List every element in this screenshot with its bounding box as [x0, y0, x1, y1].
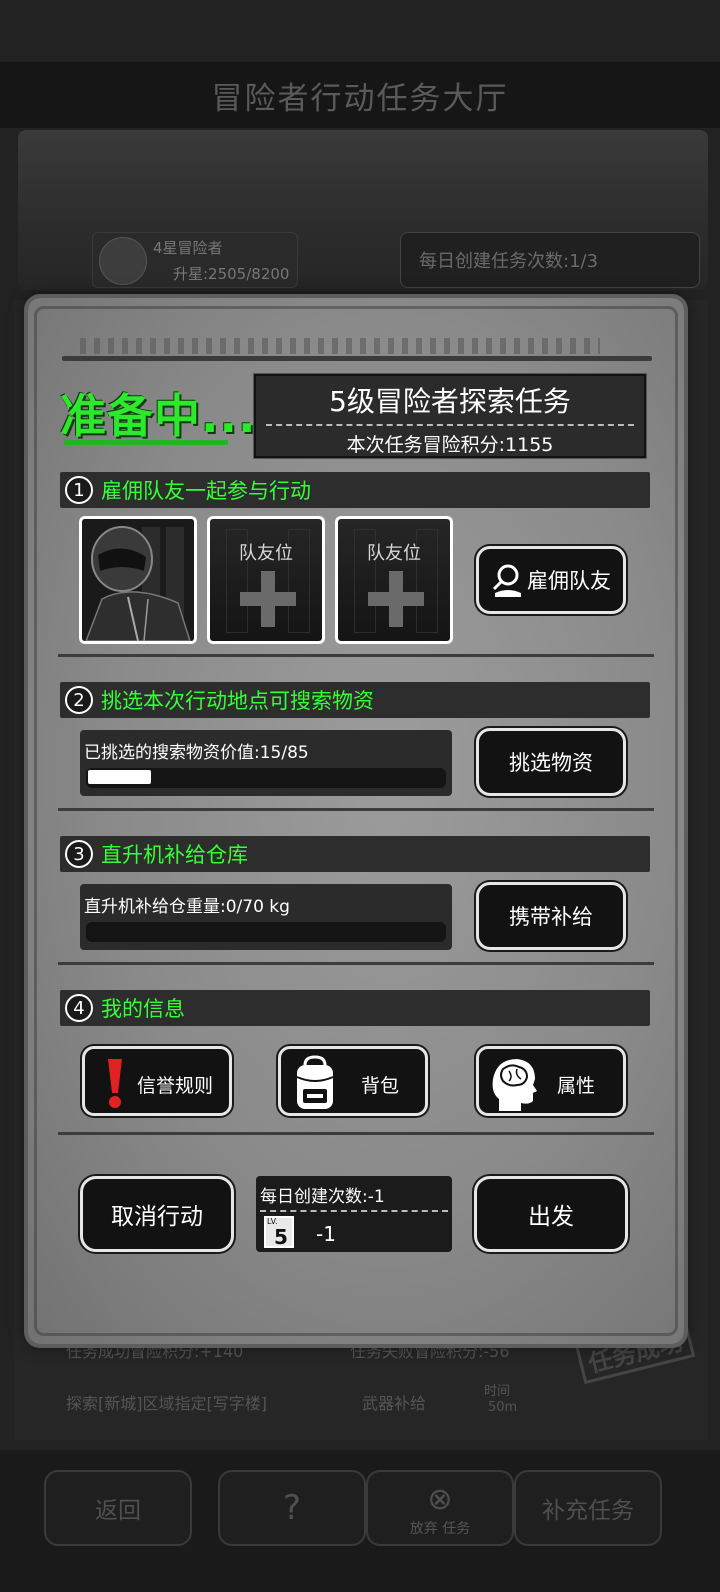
- status-underline: [64, 440, 228, 445]
- teammate-slot-empty-2[interactable]: 队友位: [335, 516, 453, 644]
- slot-label: 队友位: [367, 543, 421, 564]
- warehouse-weight-text: 直升机补给仓重量:0/70 kg: [84, 897, 290, 917]
- daily-tasks-panel: 每日创建任务次数:1/3: [400, 232, 700, 288]
- hire-teammate-button[interactable]: 雇佣队友: [476, 546, 626, 614]
- attributes-button[interactable]: 属性: [476, 1046, 626, 1116]
- daily-create-panel: 每日创建次数:-1 LV. 5 -1: [256, 1176, 452, 1252]
- abandon-label: 放弃 任务: [409, 1521, 471, 1537]
- backpack-label: 背包: [361, 1075, 400, 1097]
- backpack-icon: [296, 1055, 334, 1109]
- footer-time-label: 时间: [484, 1384, 511, 1399]
- avatar: [99, 237, 147, 285]
- slot-label: 队友位: [239, 543, 293, 564]
- section-divider: [58, 808, 654, 811]
- section-title: 直升机补给仓库: [101, 843, 248, 867]
- reputation-label: 信誉规则: [137, 1075, 214, 1097]
- section-number: 3: [65, 840, 93, 868]
- level-cost: -1: [316, 1222, 336, 1246]
- plus-icon-bar: [240, 592, 296, 606]
- help-button[interactable]: ?: [218, 1470, 366, 1546]
- warehouse-weight-panel: 直升机补给仓重量:0/70 kg: [80, 884, 452, 950]
- footer-time: 50m: [488, 1400, 518, 1415]
- page-title: 冒险者行动任务大厅: [211, 80, 509, 117]
- daily-tasks-text: 每日创建任务次数:1/3: [419, 251, 599, 272]
- daily-create-text: 每日创建次数:-1: [260, 1187, 385, 1207]
- carry-supplies-button[interactable]: 携带补给: [476, 882, 626, 950]
- exclamation-icon: [108, 1059, 122, 1108]
- teammate-slot-empty-1[interactable]: 队友位: [207, 516, 325, 644]
- supplement-label: 补充任务: [542, 1498, 634, 1524]
- rank-progress: 升星:2505/8200: [173, 265, 290, 283]
- section-divider: [58, 654, 654, 657]
- mission-divider: [266, 424, 634, 426]
- section-my-info: 4 我的信息: [60, 990, 650, 1026]
- page-header: 冒险者行动任务大厅: [0, 62, 720, 128]
- back-label: 返回: [95, 1498, 141, 1524]
- carry-supplies-label: 携带补给: [509, 905, 593, 929]
- depart-label: 出发: [528, 1204, 574, 1230]
- hire-label: 雇佣队友: [527, 569, 611, 593]
- depart-button[interactable]: 出发: [474, 1176, 628, 1252]
- abandon-task-button[interactable]: ⊗ 放弃 任务: [366, 1470, 514, 1546]
- mission-info-box: 5级冒险者探索任务 本次任务冒险积分:1155: [253, 373, 647, 459]
- section-title: 我的信息: [101, 997, 185, 1021]
- dialog-top-rule: [62, 356, 652, 361]
- section-title: 雇佣队友一起参与行动: [101, 479, 311, 503]
- reputation-rules-button[interactable]: 信誉规则: [82, 1046, 232, 1116]
- close-icon: ⊗: [427, 1481, 453, 1517]
- level-badge-icon: LV. 5: [264, 1216, 294, 1249]
- help-icon: ?: [282, 1488, 302, 1528]
- status-label: 准备中...: [60, 389, 257, 443]
- brain-head-icon: [492, 1059, 537, 1111]
- cancel-label: 取消行动: [111, 1204, 203, 1230]
- search-person-icon: [492, 564, 521, 597]
- dialog-top-decoration: [80, 338, 600, 354]
- back-button[interactable]: 返回: [44, 1470, 192, 1546]
- rank-panel: 4星冒险者 升星:2505/8200: [92, 232, 298, 288]
- attributes-label: 属性: [557, 1075, 596, 1097]
- footer-reward: 武器补给: [362, 1394, 427, 1413]
- footer-task: 探索[新城]区域指定[写字楼]: [66, 1394, 267, 1413]
- section-select-supplies: 2 挑选本次行动地点可搜索物资: [60, 682, 650, 718]
- mission-title: 5级冒险者探索任务: [329, 385, 571, 418]
- backpack-button[interactable]: 背包: [278, 1046, 428, 1116]
- section-helicopter-warehouse: 3 直升机补给仓库: [60, 836, 650, 872]
- select-supplies-button[interactable]: 挑选物资: [476, 728, 626, 796]
- section-hire-teammates: 1 雇佣队友一起参与行动: [60, 472, 650, 508]
- section-number: 1: [65, 476, 93, 504]
- cancel-action-button[interactable]: 取消行动: [80, 1176, 234, 1252]
- teammate-slot-player[interactable]: [79, 516, 197, 644]
- select-supplies-label: 挑选物资: [509, 751, 593, 775]
- supplies-value-text: 已挑选的搜索物资价值:15/85: [84, 743, 309, 763]
- supplement-task-button[interactable]: 补充任务: [514, 1470, 662, 1546]
- level-badge-number: 5: [274, 1225, 288, 1249]
- plus-icon-bar: [368, 592, 424, 606]
- mission-score: 本次任务冒险积分:1155: [346, 434, 554, 456]
- section-number: 2: [65, 686, 93, 714]
- section-title: 挑选本次行动地点可搜索物资: [101, 689, 374, 713]
- warehouse-progress-track: [86, 922, 446, 942]
- section-divider: [58, 962, 654, 965]
- daily-create-divider: [260, 1210, 448, 1212]
- section-number: 4: [65, 994, 93, 1022]
- supplies-value-panel: 已挑选的搜索物资价值:15/85: [80, 730, 452, 796]
- rank-title: 4星冒险者: [153, 239, 223, 257]
- section-divider: [58, 1132, 654, 1135]
- player-portrait: [82, 519, 194, 641]
- supplies-progress-fill: [88, 770, 151, 784]
